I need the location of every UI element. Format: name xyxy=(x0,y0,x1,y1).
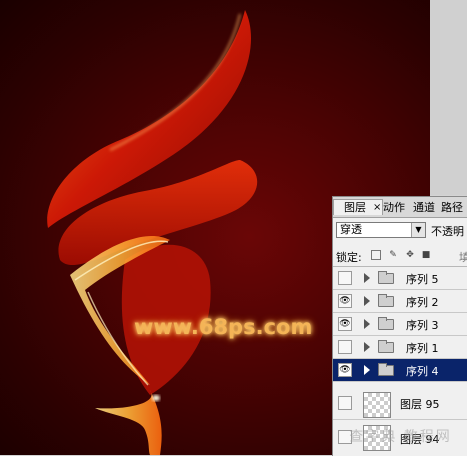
close-icon[interactable]: × xyxy=(373,200,381,216)
fill-label: 填 xyxy=(459,249,467,265)
folder-icon xyxy=(378,340,394,353)
visibility-toggle[interactable] xyxy=(338,271,352,285)
folder-icon xyxy=(378,271,394,284)
layer-name: 序列 5 xyxy=(406,273,439,286)
layer-row[interactable]: 👁 序列 2 xyxy=(333,290,467,313)
layer-row[interactable]: 序列 5 xyxy=(333,267,467,290)
lock-move-icon[interactable]: ✥ xyxy=(405,250,415,260)
chevron-down-icon[interactable]: ▼ xyxy=(411,223,425,237)
layer-name: 序列 3 xyxy=(406,319,439,332)
layer-name: 序列 2 xyxy=(406,296,439,309)
workspace-background xyxy=(430,0,467,195)
expand-triangle-icon[interactable] xyxy=(364,319,370,329)
opacity-label: 不透明 xyxy=(431,225,464,238)
lock-row: 锁定: ✎ ✥ ■ 填 xyxy=(333,244,467,267)
blend-mode-select[interactable]: 穿透 ▼ xyxy=(336,222,426,238)
layer-name: 序列 1 xyxy=(406,342,439,355)
blend-mode-value: 穿透 xyxy=(340,223,362,236)
layer-row-selected[interactable]: 👁 序列 4 xyxy=(333,359,467,382)
layer-name: 序列 4 xyxy=(406,365,439,378)
tab-layers[interactable]: 图层 × xyxy=(333,199,383,215)
layer-row[interactable]: 图层 95 xyxy=(333,387,467,420)
visibility-toggle[interactable] xyxy=(338,396,352,410)
eye-icon[interactable]: 👁 xyxy=(338,317,352,331)
expand-triangle-icon[interactable] xyxy=(364,296,370,306)
eye-icon[interactable]: 👁 xyxy=(338,363,352,377)
layer-row[interactable]: 👁 序列 3 xyxy=(333,313,467,336)
folder-icon xyxy=(378,294,394,307)
lock-label: 锁定: xyxy=(336,251,362,264)
tab-channels[interactable]: 通道 xyxy=(413,200,435,216)
blend-row: 穿透 ▼ 不透明 xyxy=(333,219,467,241)
expand-triangle-icon[interactable] xyxy=(364,273,370,283)
lock-brush-icon[interactable]: ✎ xyxy=(388,250,398,260)
lock-all-icon[interactable]: ■ xyxy=(421,250,431,260)
layer-row[interactable]: 序列 1 xyxy=(333,336,467,359)
tab-actions[interactable]: 动作 xyxy=(383,200,405,216)
layer-thumbnail xyxy=(363,392,391,418)
expand-triangle-icon[interactable] xyxy=(364,365,370,375)
panel-tabs: 图层 × 动作 通道 路径 xyxy=(333,197,467,218)
layer-name: 图层 95 xyxy=(400,398,440,411)
folder-icon xyxy=(378,363,394,376)
tab-paths[interactable]: 路径 xyxy=(441,200,463,216)
eye-icon[interactable]: 👁 xyxy=(338,294,352,308)
site-watermark-bottom: 查字典 教程网 xyxy=(349,429,452,445)
tab-layers-label: 图层 xyxy=(344,201,366,214)
lock-transparent-icon[interactable] xyxy=(371,250,381,260)
site-watermark: www.68ps.com xyxy=(134,315,313,339)
folder-icon xyxy=(378,317,394,330)
expand-triangle-icon[interactable] xyxy=(364,342,370,352)
layers-panel: 图层 × 动作 通道 路径 穿透 ▼ 不透明 锁定: ✎ ✥ ■ 填 序列 5 … xyxy=(332,196,467,456)
visibility-toggle[interactable] xyxy=(338,340,352,354)
